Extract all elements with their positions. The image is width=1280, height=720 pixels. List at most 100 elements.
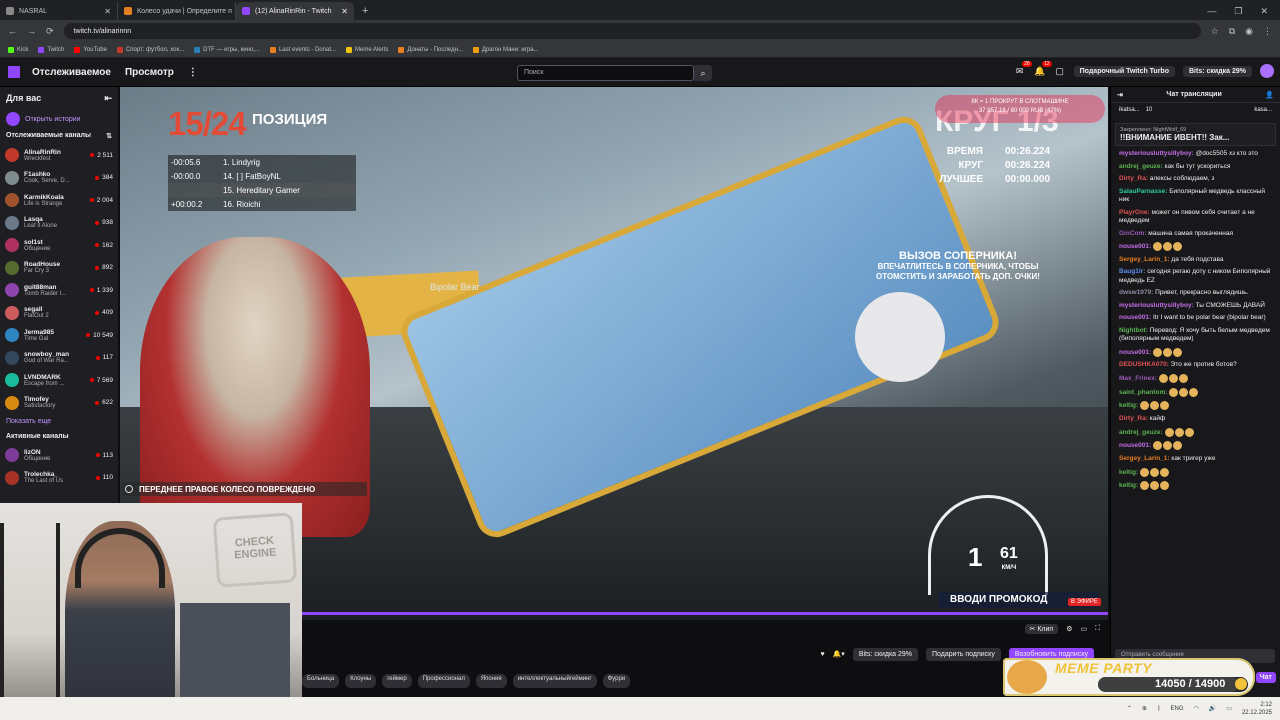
- tray-up-icon[interactable]: ⌃: [1127, 705, 1132, 712]
- browser-tab[interactable]: Колесо удачи | Определите п✕: [118, 2, 236, 20]
- chat-username[interactable]: Max_Frinex:: [1119, 375, 1157, 382]
- browser-menu-icon[interactable]: ⋮: [1263, 26, 1272, 37]
- chat-username[interactable]: PlayrOne:: [1119, 209, 1150, 216]
- chat-username[interactable]: Sergey_Larin_1:: [1119, 455, 1170, 462]
- search-input[interactable]: Поиск: [517, 65, 694, 81]
- chat-username[interactable]: nouse001:: [1119, 243, 1151, 250]
- bookmark-star-icon[interactable]: ☆: [1211, 26, 1219, 37]
- chat-username[interactable]: Baug1lr:: [1119, 268, 1145, 275]
- browser-tab[interactable]: NASRAL ✕: [0, 2, 118, 20]
- sidebar-channel[interactable]: guit88man Tomb Raider I... 1 339: [0, 279, 118, 302]
- close-tab-icon[interactable]: ✕: [104, 7, 111, 16]
- stream-tag[interactable]: интеллектуальныйгейминг: [512, 674, 597, 688]
- bits-discount-button[interactable]: Bits: скидка 29%: [852, 647, 919, 661]
- battery-icon[interactable]: ▭: [1226, 705, 1232, 712]
- wifi-icon[interactable]: ◠: [1194, 705, 1199, 712]
- show-more-link[interactable]: Показать еще: [0, 414, 118, 429]
- profile-icon[interactable]: ◉: [1245, 26, 1253, 37]
- bluetooth-icon[interactable]: ᛒ: [1157, 706, 1161, 712]
- nav-browse[interactable]: Просмотр: [125, 67, 174, 78]
- sidebar-channel[interactable]: F1ashko Cook, Serve, D... 384: [0, 167, 118, 190]
- chat-username[interactable]: keltig:: [1119, 403, 1138, 410]
- sidebar-channel[interactable]: lizON Общение 113: [0, 444, 118, 467]
- stream-tag[interactable]: Профессионал: [417, 674, 470, 688]
- stream-tag[interactable]: геймер: [382, 674, 412, 688]
- maximize-icon[interactable]: ❐: [1234, 6, 1242, 17]
- sidebar-channel[interactable]: RoadHouse Far Cry 3 892: [0, 257, 118, 280]
- chat-username[interactable]: keltig:: [1119, 469, 1138, 476]
- sidebar-channel[interactable]: segall FlatOut 2 409: [0, 302, 118, 325]
- chat-username[interactable]: Dirty_Ra:: [1119, 415, 1148, 422]
- chat-username[interactable]: Sergey_Larin_1:: [1119, 256, 1170, 263]
- sidebar-channel[interactable]: Lasqa Leaf it Alone 938: [0, 212, 118, 235]
- chat-username[interactable]: keltig:: [1119, 482, 1138, 489]
- stream-tag[interactable]: Больница: [302, 674, 340, 688]
- volume-icon[interactable]: 🔊: [1209, 705, 1216, 712]
- chat-username[interactable]: andrej_geuze:: [1119, 429, 1163, 436]
- chat-username[interactable]: nouse001:: [1119, 443, 1151, 450]
- keyboard-lang[interactable]: ENG: [1171, 706, 1184, 712]
- stream-tag[interactable]: Клоуны: [345, 674, 377, 688]
- follow-heart-icon[interactable]: ♥: [820, 651, 824, 658]
- chat-username[interactable]: SalauParnasse:: [1119, 188, 1167, 195]
- chat-username[interactable]: GinCom:: [1119, 230, 1146, 237]
- theatre-mode-icon[interactable]: ▭: [1080, 625, 1087, 633]
- chat-username[interactable]: Nightbot:: [1119, 327, 1148, 334]
- sidebar-channel[interactable]: Jerma985 Time Gal 10 549: [0, 324, 118, 347]
- bookmark-item[interactable]: Kick: [8, 46, 28, 53]
- inbox-icon[interactable]: ✉ 28: [1014, 60, 1032, 77]
- sidebar-channel[interactable]: KarmikKoala Life is Strange 2 004: [0, 189, 118, 212]
- whispers-icon[interactable]: ▢: [1054, 66, 1066, 77]
- sidebar-channel[interactable]: snowboy_man God of War Ra... 117: [0, 347, 118, 370]
- chat-send-button[interactable]: Чат: [1255, 672, 1276, 683]
- sidebar-channel[interactable]: Timofey Satisfactory 622: [0, 392, 118, 415]
- stream-tag[interactable]: Япония: [475, 674, 507, 688]
- user-avatar[interactable]: [1260, 64, 1274, 78]
- stream-tag[interactable]: Фурри: [602, 674, 631, 688]
- chat-username[interactable]: nouse001:: [1119, 314, 1151, 321]
- bookmark-item[interactable]: YouTube: [74, 46, 107, 53]
- settings-gear-icon[interactable]: ⚙: [1066, 625, 1072, 633]
- gift-sub-button[interactable]: Подарить подписку: [926, 647, 1001, 661]
- bookmark-item[interactable]: Драгон Мани: игра...: [472, 46, 539, 53]
- bookmark-item[interactable]: DTF — игры, кино,...: [194, 46, 260, 53]
- clock[interactable]: 2:12 22.12.2025: [1242, 701, 1272, 717]
- bookmark-item[interactable]: Спорт: футбол, хок...: [116, 46, 184, 53]
- notification-bell-icon[interactable]: 🔔▾: [833, 650, 845, 658]
- sidebar-channel[interactable]: Trolechka_ The Last of Us 110: [0, 467, 118, 490]
- chat-username[interactable]: nouse001:: [1119, 349, 1151, 356]
- sidebar-channel[interactable]: sol1st Общение 162: [0, 234, 118, 257]
- back-icon[interactable]: ←: [8, 26, 17, 36]
- url-field[interactable]: twitch.tv/alinarinnn: [63, 23, 1201, 39]
- bookmark-item[interactable]: Донаты - Последн...: [398, 46, 463, 53]
- notifications-icon[interactable]: 🔔 12: [1034, 60, 1052, 77]
- bookmark-item[interactable]: Twitch: [38, 46, 64, 53]
- collapse-chat-icon[interactable]: ⇥: [1117, 91, 1123, 99]
- chat-username[interactable]: saint_phantom:: [1119, 389, 1167, 396]
- turbo-button[interactable]: Подарочный Twitch Turbo: [1073, 65, 1175, 77]
- chat-users-icon[interactable]: 👤: [1265, 91, 1274, 99]
- network-icon[interactable]: ⊕: [1142, 705, 1147, 712]
- extensions-icon[interactable]: ⧉: [1229, 26, 1235, 37]
- twitch-logo-icon[interactable]: [8, 66, 20, 78]
- chat-username[interactable]: andrej_geuze:: [1119, 163, 1163, 170]
- sort-icon[interactable]: ⇅: [106, 132, 112, 140]
- minimize-icon[interactable]: —: [1207, 6, 1216, 16]
- sidebar-channel[interactable]: AlinaRinRin Wreckfest 2 511: [0, 144, 118, 167]
- chat-username[interactable]: DEDUSHKA070:: [1119, 361, 1169, 368]
- new-tab-button[interactable]: +: [354, 2, 376, 20]
- open-stories-link[interactable]: Открыть истории: [0, 110, 118, 128]
- chat-username[interactable]: Dirty_Ra:: [1119, 175, 1148, 182]
- nav-more-icon[interactable]: ⋮: [188, 67, 198, 78]
- search-icon[interactable]: ⌕: [694, 65, 712, 81]
- bits-button[interactable]: Bits: скидка 29%: [1183, 65, 1252, 77]
- browser-tab-active[interactable]: (12) AlinaRinRin - Twitch ✕: [236, 2, 354, 20]
- clip-button[interactable]: ✂ Клип: [1024, 624, 1059, 634]
- pinned-message[interactable]: Закреплено: NightWolf_69 !!ВНИМАНИЕ ИВЕН…: [1115, 123, 1276, 146]
- nav-following[interactable]: Отслеживаемое: [32, 67, 111, 78]
- fullscreen-icon[interactable]: ⛶: [1095, 625, 1100, 633]
- bookmark-item[interactable]: Last events - Donat...: [269, 46, 336, 53]
- sidebar-channel[interactable]: LVNDMARK Escape from ... 7 569: [0, 369, 118, 392]
- chat-username[interactable]: mysteriousluttysillyboy:: [1119, 150, 1194, 157]
- chat-username[interactable]: dwsw1979:: [1119, 289, 1153, 296]
